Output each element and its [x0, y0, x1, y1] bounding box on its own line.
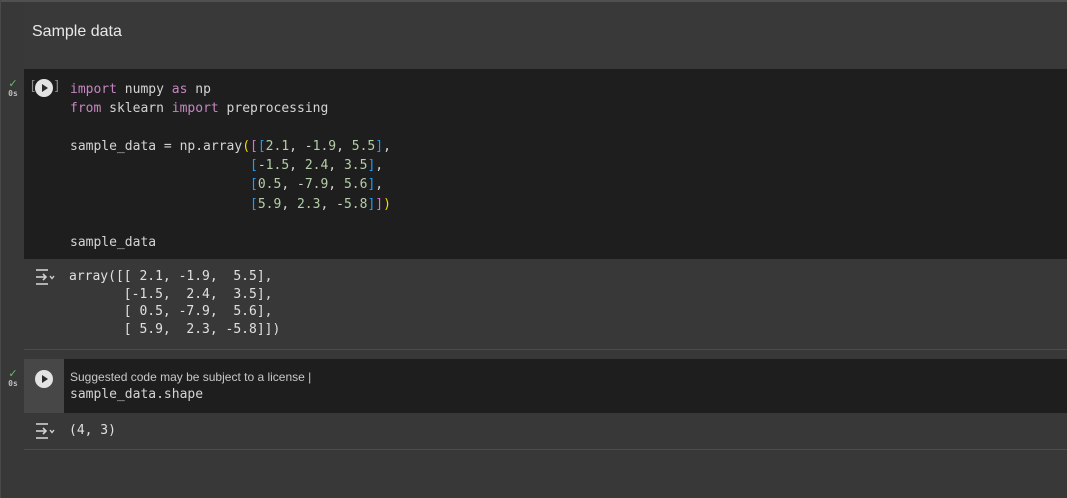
output-toggle-icon[interactable]	[34, 422, 56, 440]
run-cell-icon[interactable]	[35, 370, 53, 388]
code-cell-2[interactable]: Suggested code may be subject to a licen…	[24, 359, 1067, 413]
cell2-exec-status: ✓ 0s	[6, 369, 20, 389]
left-divider	[0, 0, 1, 498]
section-heading: Sample data	[32, 23, 122, 40]
exec-time: 0s	[8, 379, 18, 388]
code-cell-1[interactable]: [ ] import numpy as np from sklearn impo…	[24, 69, 1067, 259]
notebook-page: Sample data ✓ 0s [ ] import numpy as np …	[0, 0, 1067, 498]
exec-count-bracket-right: ]	[53, 79, 61, 94]
cell1-code-editor[interactable]: import numpy as np from sklearn import p…	[70, 80, 391, 252]
cell1-output: array([[ 2.1, -1.9, 5.5], [-1.5, 2.4, 3.…	[24, 259, 1067, 350]
run-cell-icon[interactable]	[35, 79, 53, 97]
cell1-exec-status: ✓ 0s	[6, 79, 20, 99]
cell2-code-editor[interactable]: sample_data.shape	[70, 385, 203, 404]
cell2-gutter	[24, 359, 64, 413]
cell1-gutter: [ ]	[24, 69, 64, 259]
text-cell[interactable]: Sample data	[24, 2, 1067, 68]
cell2-output-text: (4, 3)	[69, 423, 116, 438]
cell2-output: (4, 3)	[24, 413, 1067, 450]
check-icon: ✓	[8, 368, 18, 380]
license-suggestion[interactable]: Suggested code may be subject to a licen…	[70, 370, 311, 384]
exec-time: 0s	[8, 89, 18, 98]
cell1-output-text: array([[ 2.1, -1.9, 5.5], [-1.5, 2.4, 3.…	[69, 269, 281, 337]
output-toggle-icon[interactable]	[34, 268, 56, 286]
check-icon: ✓	[8, 78, 18, 90]
